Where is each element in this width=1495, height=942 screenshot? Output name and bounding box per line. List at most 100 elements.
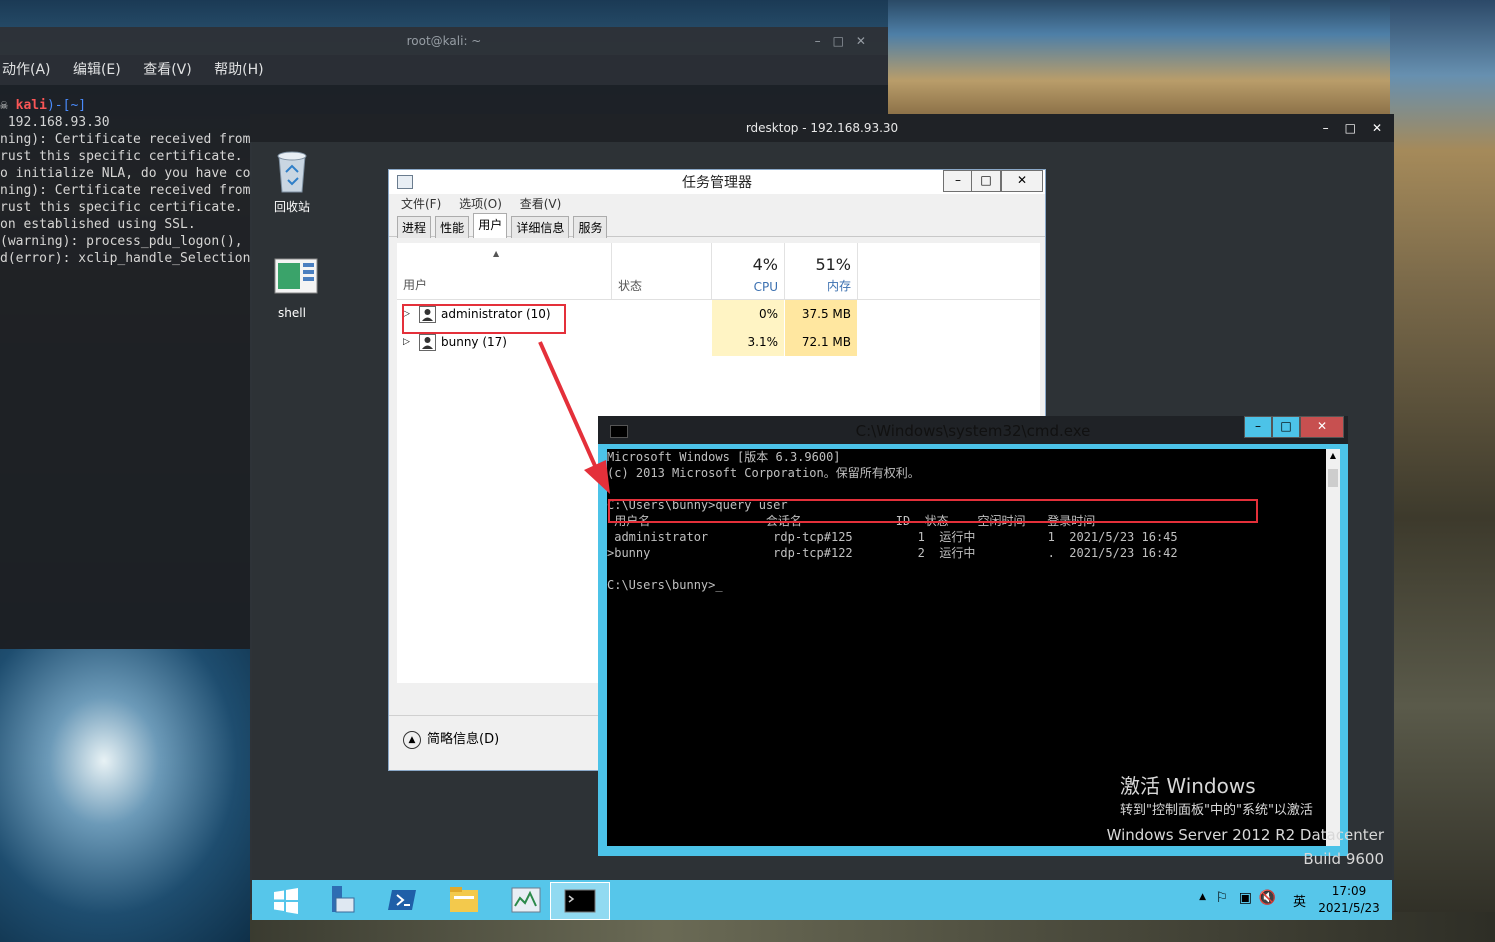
col-cpu-label: CPU [753, 280, 778, 294]
menu-file[interactable]: 文件(F) [401, 197, 441, 211]
chevron-up-icon[interactable]: ▲ [403, 730, 421, 749]
cmd-title: C:\Windows\system32\cmd.exe [855, 422, 1091, 440]
skull-icon: ☠ [0, 98, 8, 113]
scroll-up-icon[interactable]: ▲ [1326, 449, 1340, 463]
recycle-bin-icon [274, 150, 310, 194]
rdesktop-window-controls[interactable]: – □ ✕ [1307, 114, 1382, 142]
console-line: C:\Users\bunny> [607, 578, 716, 592]
kali-window-controls[interactable]: –□✕ [815, 27, 878, 55]
highlight-admin-session [608, 499, 1258, 523]
shell-file-icon [274, 258, 318, 302]
volume-muted-icon[interactable]: 🔇 [1259, 890, 1276, 906]
file-explorer-icon[interactable] [434, 882, 492, 918]
command-args: 192.168.93.30 [0, 115, 110, 130]
user-cpu: 3.1% [712, 328, 784, 356]
taskmgr-maximize-button[interactable]: □ [971, 170, 1001, 192]
col-user[interactable]: ▲ 用户 [397, 243, 612, 299]
shell-label: shell [278, 306, 306, 320]
scroll-thumb[interactable] [1328, 469, 1338, 487]
col-user-label: 用户 [403, 278, 428, 292]
desktop-icon-recycle-bin[interactable]: 回收站 [262, 150, 322, 215]
close-icon[interactable]: ✕ [1372, 121, 1382, 135]
windows-edition: Windows Server 2012 R2 Datacenter [1106, 826, 1384, 844]
col-cpu[interactable]: 4% CPU [712, 243, 785, 299]
ime-indicator[interactable]: 英 [1293, 891, 1306, 910]
tab-processes[interactable]: 进程 [397, 216, 432, 238]
output-line: rust this specific certificate. [0, 149, 243, 164]
output-line: on established using SSL. [0, 217, 196, 232]
kali-menubar: 动作(A) 编辑(E) 查看(V) 帮助(H) [0, 55, 888, 85]
highlight-admin-row [402, 304, 566, 334]
memory-total: 51% [815, 255, 851, 274]
cmd-minimize-button[interactable]: – [1244, 416, 1272, 438]
users-grid-header: ▲ 用户 状态 4% CPU 51% 内存 [397, 243, 1040, 300]
rdesktop-title: rdesktop - 192.168.93.30 [745, 121, 899, 135]
cmd-title-bar[interactable]: C:\Windows\system32\cmd.exe – □ ✕ [598, 416, 1348, 444]
taskmgr-taskbar-icon[interactable] [496, 882, 554, 918]
taskmgr-minimize-button[interactable]: – [943, 170, 973, 192]
text-cursor: _ [715, 578, 723, 592]
menu-view[interactable]: 查看(V) [520, 197, 562, 211]
taskmgr-tabs: 进程 性能 用户 详细信息 服务 [389, 213, 1045, 238]
tab-details[interactable]: 详细信息 [511, 216, 570, 238]
cmd-scrollbar[interactable]: ▲ [1326, 449, 1340, 846]
output-line: o initialize NLA, do you have co [0, 166, 251, 181]
tray-expand-icon[interactable]: ▲ [1199, 892, 1206, 902]
output-line: rust this specific certificate. [0, 200, 243, 215]
console-line: >bunny rdp-tcp#122 2 运行中 . 2021/5/23 16:… [607, 546, 1178, 560]
desktop-icon-shell[interactable]: shell [262, 258, 322, 320]
taskmgr-title-bar[interactable]: 任务管理器 – □ ✕ [389, 170, 1045, 194]
taskmgr-menubar: 文件(F) 选项(O) 查看(V) [389, 194, 1045, 214]
start-button[interactable] [256, 882, 314, 918]
rdesktop-window[interactable]: rdesktop - 192.168.93.30 – □ ✕ 回收站 shell 任… [250, 114, 1394, 920]
maximize-icon[interactable]: □ [1345, 121, 1356, 135]
fewer-details-link[interactable]: 简略信息(D) [427, 732, 499, 747]
activation-title: 激活 Windows [1120, 774, 1256, 798]
col-status-label: 状态 [618, 279, 643, 293]
minimize-icon[interactable]: – [1323, 121, 1329, 135]
menu-options[interactable]: 选项(O) [459, 197, 502, 211]
clock-time[interactable]: 17:09 [1312, 884, 1386, 898]
prompt-end: ] [78, 98, 87, 113]
menu-action[interactable]: 动作(A) [2, 62, 51, 78]
server-manager-icon[interactable] [314, 882, 372, 918]
output-line: d(error): xclip_handle_Selection [0, 251, 251, 266]
kali-title-bar[interactable]: root@kali: ~ –□✕ [0, 27, 888, 55]
taskbar: ▲ ⚐ ▣ 🔇 英 17:09 2021/5/23 [252, 880, 1392, 920]
tab-users[interactable]: 用户 [473, 213, 508, 238]
cpu-total: 4% [752, 255, 778, 274]
cmd-maximize-button[interactable]: □ [1272, 416, 1300, 438]
console-line: Microsoft Windows [版本 6.3.9600] [607, 450, 841, 464]
cmd-app-icon [610, 425, 628, 438]
prompt-sep: )-[ [46, 98, 71, 113]
flag-icon[interactable]: ⚐ [1215, 890, 1228, 906]
rdesktop-title-bar[interactable]: rdesktop - 192.168.93.30 – □ ✕ [250, 114, 1394, 142]
col-status[interactable]: 状态 [612, 243, 712, 299]
tab-services[interactable]: 服务 [573, 216, 608, 238]
cmd-close-button[interactable]: ✕ [1300, 416, 1344, 438]
menu-view[interactable]: 查看(V) [143, 62, 192, 78]
wallpaper-right [1390, 0, 1495, 942]
network-icon[interactable]: ▣ [1239, 890, 1252, 906]
menu-edit[interactable]: 编辑(E) [73, 62, 121, 78]
taskmgr-close-button[interactable]: ✕ [1001, 170, 1043, 192]
menu-help[interactable]: 帮助(H) [214, 62, 263, 78]
cmd-taskbar-icon[interactable] [550, 882, 610, 920]
col-memory-label: 内存 [826, 279, 851, 293]
taskmgr-app-icon [397, 175, 413, 189]
remote-desktop: 回收站 shell 任务管理器 – □ ✕ 文件(F) 选项(O) 查看(V) [252, 142, 1392, 920]
windows-build: Build 9600 [1303, 850, 1384, 868]
windows-logo-icon [274, 888, 298, 914]
clock-date[interactable]: 2021/5/23 [1312, 901, 1386, 915]
col-memory[interactable]: 51% 内存 [785, 243, 858, 299]
console-line: (c) 2013 Microsoft Corporation。保留所有权利。 [607, 466, 920, 480]
kali-window-title: root@kali: ~ [406, 34, 482, 48]
prompt-user: kali [15, 98, 47, 113]
tab-performance[interactable]: 性能 [435, 216, 470, 238]
activation-hint: 转到"控制面板"中的"系统"以激活 [1120, 803, 1313, 818]
user-avatar-icon [419, 334, 436, 351]
user-memory: 72.1 MB [785, 328, 857, 356]
powershell-icon[interactable] [374, 882, 432, 918]
user-cpu: 0% [712, 300, 784, 328]
output-line: ning): Certificate received from [0, 132, 251, 147]
